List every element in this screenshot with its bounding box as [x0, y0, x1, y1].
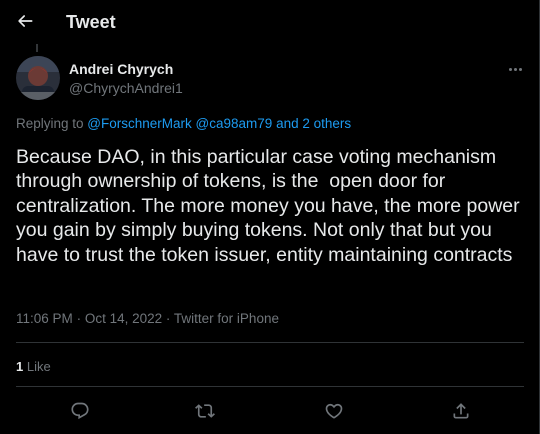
like-button[interactable]: [321, 398, 347, 424]
tweet-date[interactable]: Oct 14, 2022: [85, 311, 162, 326]
others-link[interactable]: 2 others: [302, 116, 351, 131]
mention-link[interactable]: @ForschnerMark: [87, 116, 191, 131]
meta-separator: ·: [76, 311, 82, 326]
page-header: Tweet: [0, 0, 539, 44]
tweet-time[interactable]: 11:06 PM: [16, 311, 73, 326]
tweet-source[interactable]: Twitter for iPhone: [174, 311, 279, 326]
likes-number: 1: [16, 359, 24, 374]
author-name[interactable]: Andrei Chyrych: [69, 61, 173, 78]
share-icon: [453, 403, 469, 419]
replying-to: Replying to @ForschnerMark @ca98am79 and…: [16, 115, 351, 132]
tweet-meta: 11:06 PM · Oct 14, 2022 · Twitter for iP…: [16, 310, 279, 327]
likes-label: Like: [26, 359, 51, 374]
author-handle[interactable]: @ChyrychAndrei1: [69, 80, 183, 97]
replying-joiner[interactable]: and: [276, 116, 299, 131]
back-button[interactable]: [9, 5, 41, 37]
share-button[interactable]: [448, 398, 474, 424]
more-options-button[interactable]: [504, 60, 526, 78]
likes-count[interactable]: 1 Like: [16, 359, 51, 375]
thread-connector: [36, 44, 38, 52]
page-title: Tweet: [66, 12, 116, 32]
more-dot-icon: [513, 67, 517, 71]
like-icon: [325, 403, 343, 419]
reply-icon: [71, 402, 89, 420]
retweet-button[interactable]: [192, 398, 218, 424]
action-bar: [0, 396, 539, 426]
more-dot-icon: [518, 67, 522, 71]
mention-link[interactable]: @ca98am79: [196, 116, 273, 131]
meta-separator: ·: [165, 311, 171, 326]
tweet-text: Because DAO, in this particular case vot…: [16, 146, 526, 266]
avatar-image: [16, 56, 60, 100]
arrow-left-icon: [18, 15, 33, 27]
retweet-icon: [195, 404, 215, 418]
divider: [16, 386, 524, 387]
more-dot-icon: [508, 67, 512, 71]
replying-prefix: Replying to: [16, 116, 88, 131]
divider: [16, 342, 524, 343]
reply-button[interactable]: [67, 398, 93, 424]
tweet-page: Tweet Andrei Chyrych @ChyrychAndrei1 Rep…: [0, 0, 540, 434]
avatar[interactable]: [16, 56, 60, 100]
